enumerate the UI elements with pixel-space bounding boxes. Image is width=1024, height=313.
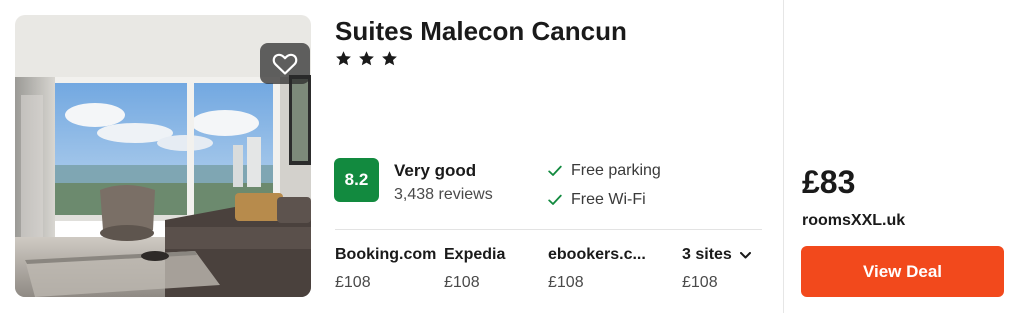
more-sites-toggle[interactable]: 3 sites [682,246,751,264]
favorite-button[interactable] [260,43,310,84]
site-name: Expedia [444,246,506,263]
site-ebookers[interactable]: ebookers.c... £108 [548,246,646,292]
hotel-result-card[interactable]: Suites Malecon Cancun 8.2 Very good 3,43… [0,0,1024,313]
chevron-down-icon [739,251,751,258]
site-price: £108 [444,274,480,291]
amenity-label: Free Wi-Fi [571,191,646,208]
check-icon [548,194,562,205]
star-rating [335,50,398,67]
more-sites-dropdown[interactable]: 3 sites £108 [682,246,751,292]
divider [335,229,762,230]
review-count[interactable]: 3,438 reviews [394,186,493,204]
view-deal-button[interactable]: View Deal [801,246,1004,297]
amenity-free-wifi: Free Wi-Fi [548,191,646,209]
more-sites-label: 3 sites [682,246,732,263]
score-badge: 8.2 [334,158,379,202]
deal-price: £83 [802,164,856,200]
hotel-name[interactable]: Suites Malecon Cancun [335,16,627,47]
amenity-free-parking: Free parking [548,162,661,180]
rating-label: Very good [394,161,477,180]
heart-icon [272,53,298,75]
check-icon [548,165,562,176]
site-price: £108 [548,274,584,291]
site-name: Booking.com [335,246,437,263]
star-icon [382,51,397,66]
star-icon [359,51,374,66]
hotel-photo[interactable] [15,15,311,297]
site-price: £108 [682,274,718,291]
amenity-label: Free parking [571,162,661,179]
column-divider [783,0,784,313]
site-price: £108 [335,274,371,291]
site-booking-com[interactable]: Booking.com £108 [335,246,436,292]
site-name: ebookers.c... [548,246,646,263]
site-expedia[interactable]: Expedia £108 [444,246,505,292]
star-icon [336,51,351,66]
deal-provider: roomsXXL.uk [802,212,906,229]
